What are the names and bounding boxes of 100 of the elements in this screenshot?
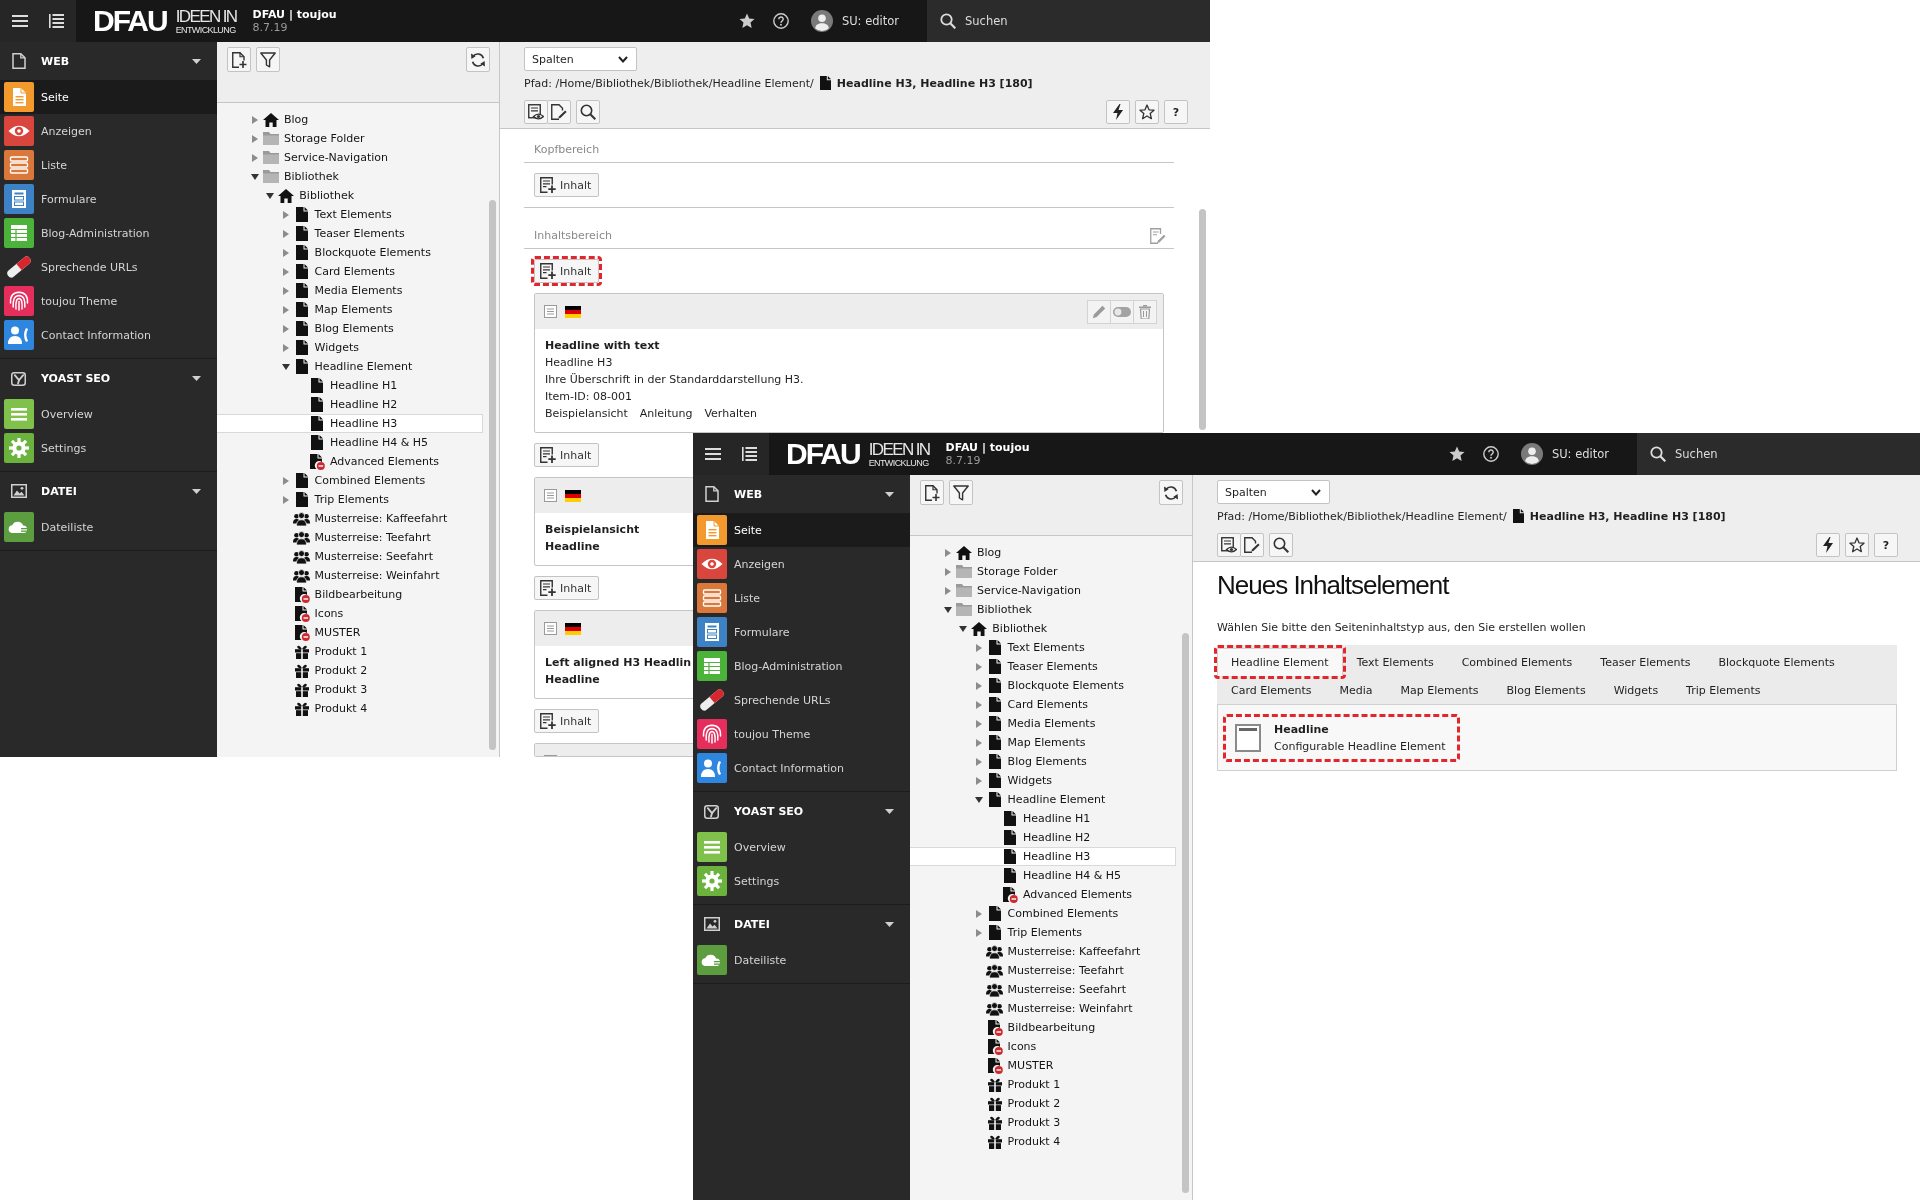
module-item[interactable]: Sprechende URLs — [693, 683, 910, 717]
tree-item[interactable]: Produkt 3 — [217, 680, 483, 699]
tree-item[interactable]: Produkt 2 — [217, 661, 483, 680]
tree-item[interactable]: Bibliothek — [217, 167, 483, 186]
tab[interactable]: Blog Elements — [1492, 676, 1600, 704]
caret-right-icon[interactable] — [252, 153, 258, 162]
tree-item[interactable]: Teaser Elements — [217, 224, 483, 243]
caret-right-icon[interactable] — [975, 757, 982, 766]
tree-item[interactable]: Musterreise: Seefahrt — [910, 980, 1176, 999]
tree-item[interactable]: Media Elements — [217, 281, 483, 300]
caret-right-icon[interactable] — [975, 643, 982, 652]
caret-down-icon[interactable] — [251, 173, 259, 180]
tree-item[interactable]: Musterreise: Weinfahrt — [217, 566, 483, 585]
refresh-button[interactable] — [466, 47, 490, 72]
tree-item[interactable]: Widgets — [217, 338, 483, 357]
caret-right-icon[interactable] — [282, 210, 289, 219]
tree-item[interactable]: Text Elements — [910, 638, 1176, 657]
tree-item[interactable]: Storage Folder — [217, 129, 483, 148]
tree-item[interactable]: Bibliothek — [910, 600, 1176, 619]
new-page-button[interactable] — [920, 480, 944, 505]
search-button[interactable] — [1269, 533, 1293, 557]
caret-right-icon[interactable] — [975, 776, 982, 785]
tree-item[interactable]: Icons — [910, 1037, 1176, 1056]
filter-button[interactable] — [949, 480, 973, 505]
tab[interactable]: Trip Elements — [1672, 676, 1775, 704]
tree-item[interactable]: Blog Elements — [217, 319, 483, 338]
module-item[interactable]: Contact Information — [0, 318, 217, 352]
add-content-button[interactable]: Inhalt — [534, 709, 600, 733]
caret-down-icon[interactable] — [192, 488, 201, 494]
caret-right-icon[interactable] — [282, 305, 289, 314]
module-item[interactable]: Blog-Administration — [693, 649, 910, 683]
caret-down-icon[interactable] — [959, 625, 968, 632]
tree-item[interactable]: MUSTER — [910, 1056, 1176, 1075]
tree-item[interactable]: Musterreise: Seefahrt — [217, 547, 483, 566]
help-icon[interactable] — [772, 13, 789, 29]
tree-item[interactable]: Bibliothek — [217, 186, 483, 205]
module-item[interactable]: Dateiliste — [0, 510, 217, 544]
edit-page-button[interactable] — [547, 100, 571, 124]
tree-item[interactable]: Headline Element — [217, 357, 483, 376]
caret-right-icon[interactable] — [945, 548, 951, 557]
tree-item[interactable]: Combined Elements — [217, 471, 483, 490]
caret-right-icon[interactable] — [282, 248, 289, 257]
caret-right-icon[interactable] — [975, 662, 982, 671]
caret-down-icon[interactable] — [281, 363, 290, 370]
tree-item[interactable]: Produkt 4 — [217, 699, 483, 718]
content-type-option[interactable]: Headline Configurable Headline Element — [1226, 717, 1458, 759]
view-page-button[interactable] — [524, 100, 548, 124]
tree-item[interactable]: Produkt 1 — [217, 642, 483, 661]
tree-item[interactable]: Musterreise: Kaffeefahrt — [217, 509, 483, 528]
scrollbar-thumb[interactable] — [1182, 633, 1189, 1193]
caret-right-icon[interactable] — [975, 700, 982, 709]
scrollbar-thumb[interactable] — [1199, 209, 1206, 430]
tree-item[interactable]: Headline H4 & H5 — [910, 866, 1176, 885]
search-button[interactable]: Suchen — [1637, 433, 1920, 475]
module-item[interactable]: Sprechende URLs — [0, 250, 217, 284]
module-item[interactable]: Settings — [693, 864, 910, 898]
tree-item[interactable]: Combined Elements — [910, 904, 1176, 923]
scrollbar-thumb[interactable] — [489, 200, 496, 750]
tree-item[interactable]: Headline H2 — [217, 395, 483, 414]
module-group-header[interactable]: YOAST SEO — [0, 359, 217, 397]
search-button[interactable]: Suchen — [927, 0, 1210, 42]
add-content-button[interactable]: Inhalt — [534, 443, 600, 467]
tree-item[interactable]: Blockquote Elements — [217, 243, 483, 262]
tree-item[interactable]: Card Elements — [910, 695, 1176, 714]
view-select[interactable]: Spalten — [524, 47, 637, 71]
caret-down-icon[interactable] — [885, 808, 894, 814]
caret-right-icon[interactable] — [282, 476, 289, 485]
tree-item[interactable]: Blog — [910, 543, 1176, 562]
module-item[interactable]: Formulare — [0, 182, 217, 216]
tree-item[interactable]: Musterreise: Teefahrt — [910, 961, 1176, 980]
caret-right-icon[interactable] — [282, 343, 289, 352]
shortcut-button[interactable] — [1106, 100, 1130, 124]
module-item[interactable]: Anzeigen — [0, 114, 217, 148]
tree-item[interactable]: Blockquote Elements — [910, 676, 1176, 695]
help-button[interactable]: ? — [1164, 100, 1188, 124]
caret-right-icon[interactable] — [945, 567, 951, 576]
tree-item[interactable]: Musterreise: Weinfahrt — [910, 999, 1176, 1018]
shortcut-button[interactable] — [1816, 533, 1840, 557]
edit-button[interactable] — [1087, 299, 1111, 324]
tree-item[interactable]: Produkt 2 — [910, 1094, 1176, 1113]
caret-right-icon[interactable] — [975, 928, 982, 937]
module-item[interactable]: Seite — [693, 513, 910, 547]
module-group-header[interactable]: WEB — [0, 42, 217, 80]
tree-item[interactable]: Musterreise: Kaffeefahrt — [910, 942, 1176, 961]
tree-item[interactable]: MUSTER — [217, 623, 483, 642]
edit-page-button[interactable] — [1240, 533, 1264, 557]
module-group-header[interactable]: DATEI — [0, 472, 217, 510]
tree-item[interactable]: Teaser Elements — [910, 657, 1176, 676]
caret-down-icon[interactable] — [885, 921, 894, 927]
menu-icon[interactable] — [12, 15, 28, 27]
help-button[interactable]: ? — [1874, 533, 1898, 557]
tab[interactable]: Teaser Elements — [1586, 648, 1705, 676]
add-content-button[interactable]: Inhalt — [534, 173, 600, 197]
module-item[interactable]: toujou Theme — [0, 284, 217, 318]
tab[interactable]: Text Elements — [1342, 648, 1448, 676]
tree-item[interactable]: Map Elements — [910, 733, 1176, 752]
help-icon[interactable] — [1482, 446, 1499, 462]
caret-right-icon[interactable] — [282, 267, 289, 276]
caret-right-icon[interactable] — [252, 134, 258, 143]
filter-button[interactable] — [256, 47, 280, 72]
